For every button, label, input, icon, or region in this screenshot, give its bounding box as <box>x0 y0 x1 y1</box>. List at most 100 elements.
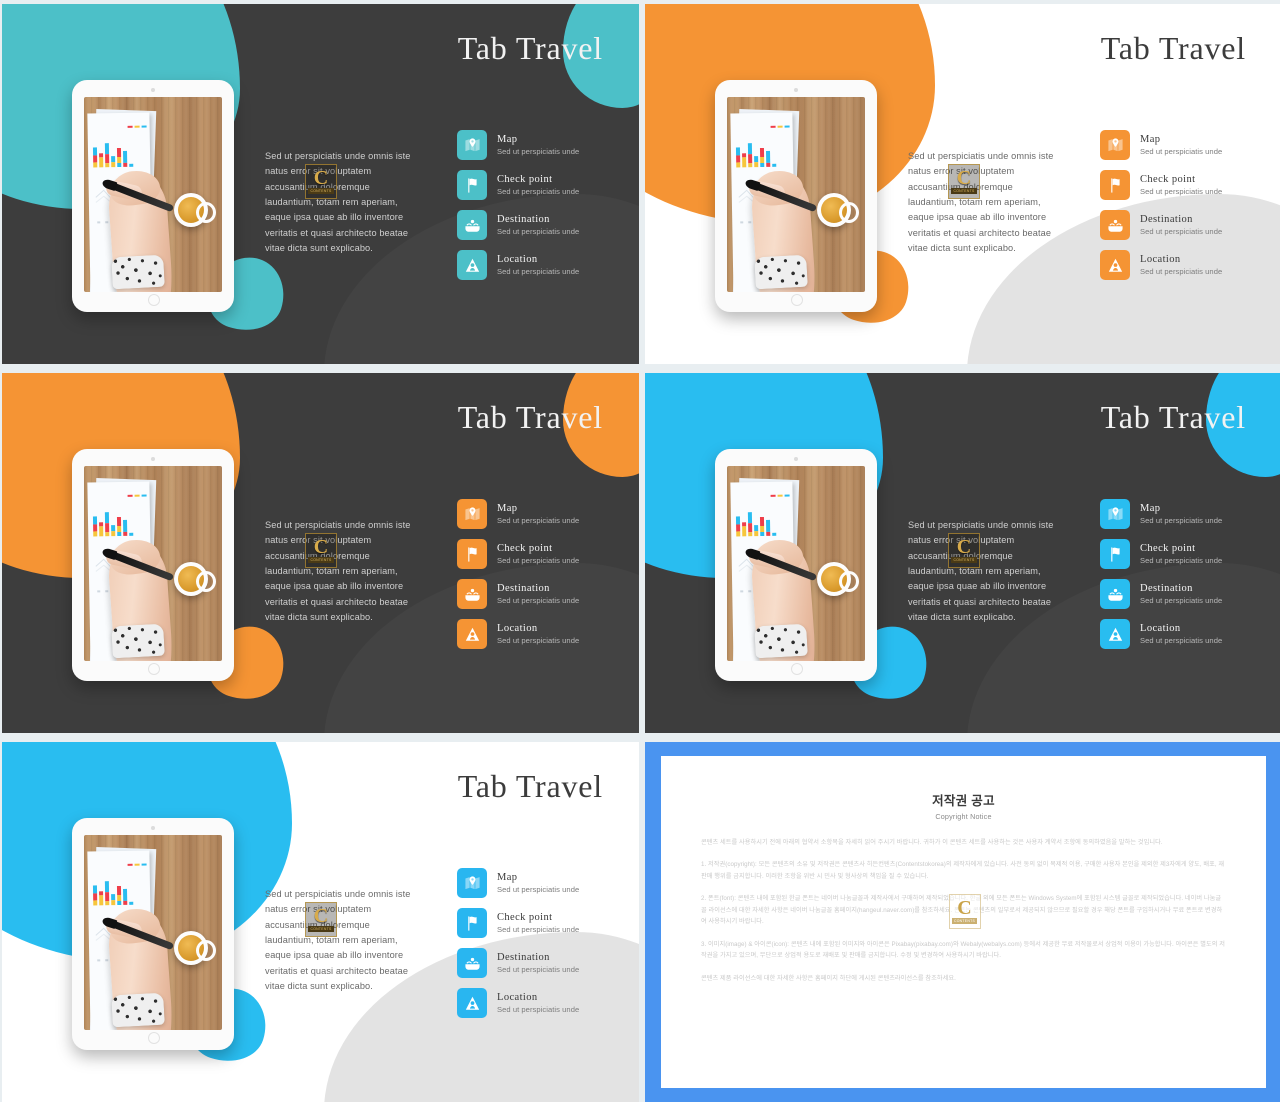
feature-item-map[interactable]: Map Sed ut perspiciatis unde <box>457 499 627 529</box>
tablet-screen <box>727 97 865 292</box>
feature-item-destination[interactable]: Destination Sed ut perspiciatis unde <box>457 210 627 240</box>
feature-subtitle: Sed ut perspiciatis unde <box>497 964 580 974</box>
chart-bar <box>759 147 765 168</box>
chart-bar <box>772 163 777 167</box>
flag-icon <box>1100 539 1130 569</box>
feature-text: Location Sed ut perspiciatis unde <box>1140 623 1222 645</box>
chart-bar <box>116 516 122 537</box>
feature-item-location[interactable]: Location Sed ut perspiciatis unde <box>457 619 627 649</box>
tablet-device <box>72 449 234 681</box>
feature-subtitle: Sed ut perspiciatis unde <box>497 1004 580 1014</box>
feature-title: Map <box>1140 502 1161 514</box>
feature-item-destination[interactable]: Destination Sed ut perspiciatis unde <box>457 948 627 978</box>
feature-subtitle: Sed ut perspiciatis unde <box>1140 635 1223 645</box>
feature-item-check-point[interactable]: Check point Sed ut perspiciatis unde <box>457 908 627 938</box>
feature-item-location[interactable]: Location Sed ut perspiciatis unde <box>1100 250 1270 280</box>
copyright-title: 저작권 공고 <box>932 794 995 808</box>
chart-bar <box>129 901 134 905</box>
feature-text: Location Sed ut perspiciatis unde <box>497 992 579 1014</box>
copyright-subtitle: Copyright Notice <box>935 812 992 821</box>
feature-title: Location <box>497 991 538 1003</box>
chart-bar <box>742 522 747 537</box>
tablet-screen <box>84 466 222 661</box>
feature-item-map[interactable]: Map Sed ut perspiciatis unde <box>457 868 627 898</box>
feature-subtitle: Sed ut perspiciatis unde <box>497 924 580 934</box>
coffee-liquid <box>178 197 204 223</box>
bar-chart-graphic <box>735 504 790 537</box>
coffee-liquid <box>821 566 847 592</box>
feature-subtitle: Sed ut perspiciatis unde <box>497 884 580 894</box>
feature-item-destination[interactable]: Destination Sed ut perspiciatis unde <box>1100 210 1270 240</box>
chart-bar <box>772 532 777 536</box>
feature-list: Map Sed ut perspiciatis unde Check point… <box>1100 130 1270 280</box>
map-pin-icon <box>457 130 487 160</box>
feature-item-map[interactable]: Map Sed ut perspiciatis unde <box>1100 499 1270 529</box>
chart-bar <box>111 525 116 537</box>
landscape-icon <box>457 579 487 609</box>
feature-item-check-point[interactable]: Check point Sed ut perspiciatis unde <box>457 539 627 569</box>
feature-text: Destination Sed ut perspiciatis unde <box>497 583 579 605</box>
copyright-paragraph-2: 2. 폰트(font): 콘텐츠 내에 포함된 한글 폰트는 네이버 나눔글꼴과… <box>701 895 1223 926</box>
body-copy: Sed ut perspiciatis unde omnis iste natu… <box>265 889 411 992</box>
feature-item-check-point[interactable]: Check point Sed ut perspiciatis unde <box>457 170 627 200</box>
feature-item-check-point[interactable]: Check point Sed ut perspiciatis unde <box>1100 539 1270 569</box>
location-pin-icon <box>457 250 487 280</box>
slide-4[interactable]: Tab Travel Sed ut perspiciatis unde omni… <box>645 373 1280 733</box>
feature-subtitle: Sed ut perspiciatis unde <box>497 555 580 565</box>
location-pin-icon <box>1100 619 1130 649</box>
feature-subtitle: Sed ut perspiciatis unde <box>1140 186 1223 196</box>
tablet-screen <box>727 466 865 661</box>
feature-title: Check point <box>1140 542 1196 554</box>
feature-text: Check point Sed ut perspiciatis unde <box>1140 174 1222 196</box>
feature-list: Map Sed ut perspiciatis unde Check point… <box>1100 499 1270 649</box>
feature-text: Map Sed ut perspiciatis unde <box>1140 134 1222 156</box>
body-copy: Sed ut perspiciatis unde omnis iste natu… <box>265 520 411 623</box>
feature-item-destination[interactable]: Destination Sed ut perspiciatis unde <box>457 579 627 609</box>
landscape-icon <box>457 948 487 978</box>
feature-item-location[interactable]: Location Sed ut perspiciatis unde <box>457 988 627 1018</box>
copyright-paragraph-intro: 콘텐츠 세트를 사용하시기 전에 아래의 협약서 소항목을 자세히 읽어 주시기… <box>701 839 1163 846</box>
sleeve-cuff <box>111 623 165 659</box>
feature-subtitle: Sed ut perspiciatis unde <box>497 635 580 645</box>
slide-1[interactable]: Tab Travel Sed ut perspiciatis unde omni… <box>2 4 639 364</box>
chart-bar <box>766 519 771 536</box>
chart-bar <box>766 150 771 167</box>
location-pin-icon <box>1100 250 1130 280</box>
chart-legend-ticks <box>127 125 147 128</box>
slide-5[interactable]: Tab Travel Sed ut perspiciatis unde omni… <box>2 742 639 1102</box>
feature-item-location[interactable]: Location Sed ut perspiciatis unde <box>1100 619 1270 649</box>
copyright-paragraph-license: 콘텐츠 제품 라이선스에 대한 자세한 사항은 홈페이지 하단에 게시된 콘텐츠… <box>701 974 956 982</box>
chart-legend-ticks <box>770 125 790 128</box>
feature-item-map[interactable]: Map Sed ut perspiciatis unde <box>457 130 627 160</box>
feature-item-destination[interactable]: Destination Sed ut perspiciatis unde <box>1100 579 1270 609</box>
chart-bar <box>759 516 765 537</box>
feature-item-check-point[interactable]: Check point Sed ut perspiciatis unde <box>1100 170 1270 200</box>
feature-text: Location Sed ut perspiciatis unde <box>1140 254 1222 276</box>
chart-bar <box>742 153 747 168</box>
feature-text: Location Sed ut perspiciatis unde <box>497 623 579 645</box>
slide-copyright-notice[interactable]: 저작권 공고 Copyright Notice 콘텐츠 세트를 사용하시기 전에… <box>645 742 1280 1102</box>
feature-title: Destination <box>497 951 550 963</box>
slide-title: Tab Travel <box>457 768 603 804</box>
location-pin-icon <box>457 988 487 1018</box>
chart-bar <box>104 881 110 906</box>
chart-bar <box>116 885 122 906</box>
chart-bar <box>747 143 753 168</box>
slide-3[interactable]: Tab Travel Sed ut perspiciatis unde omni… <box>2 373 639 733</box>
map-pin-icon <box>457 868 487 898</box>
chart-bar <box>747 512 753 537</box>
coffee-cup <box>817 193 859 227</box>
feature-title: Map <box>1140 133 1161 145</box>
chart-bar <box>104 143 110 168</box>
feature-text: Location Sed ut perspiciatis unde <box>497 254 579 276</box>
feature-title: Check point <box>497 911 553 923</box>
chart-bar <box>92 147 98 168</box>
feature-title: Destination <box>1140 582 1193 594</box>
chart-bar <box>116 147 122 168</box>
coffee-liquid <box>821 197 847 223</box>
slide-2[interactable]: Tab Travel Sed ut perspiciatis unde omni… <box>645 4 1280 364</box>
feature-item-location[interactable]: Location Sed ut perspiciatis unde <box>457 250 627 280</box>
chart-bar <box>754 156 759 168</box>
feature-item-map[interactable]: Map Sed ut perspiciatis unde <box>1100 130 1270 160</box>
chart-bar <box>92 885 98 906</box>
